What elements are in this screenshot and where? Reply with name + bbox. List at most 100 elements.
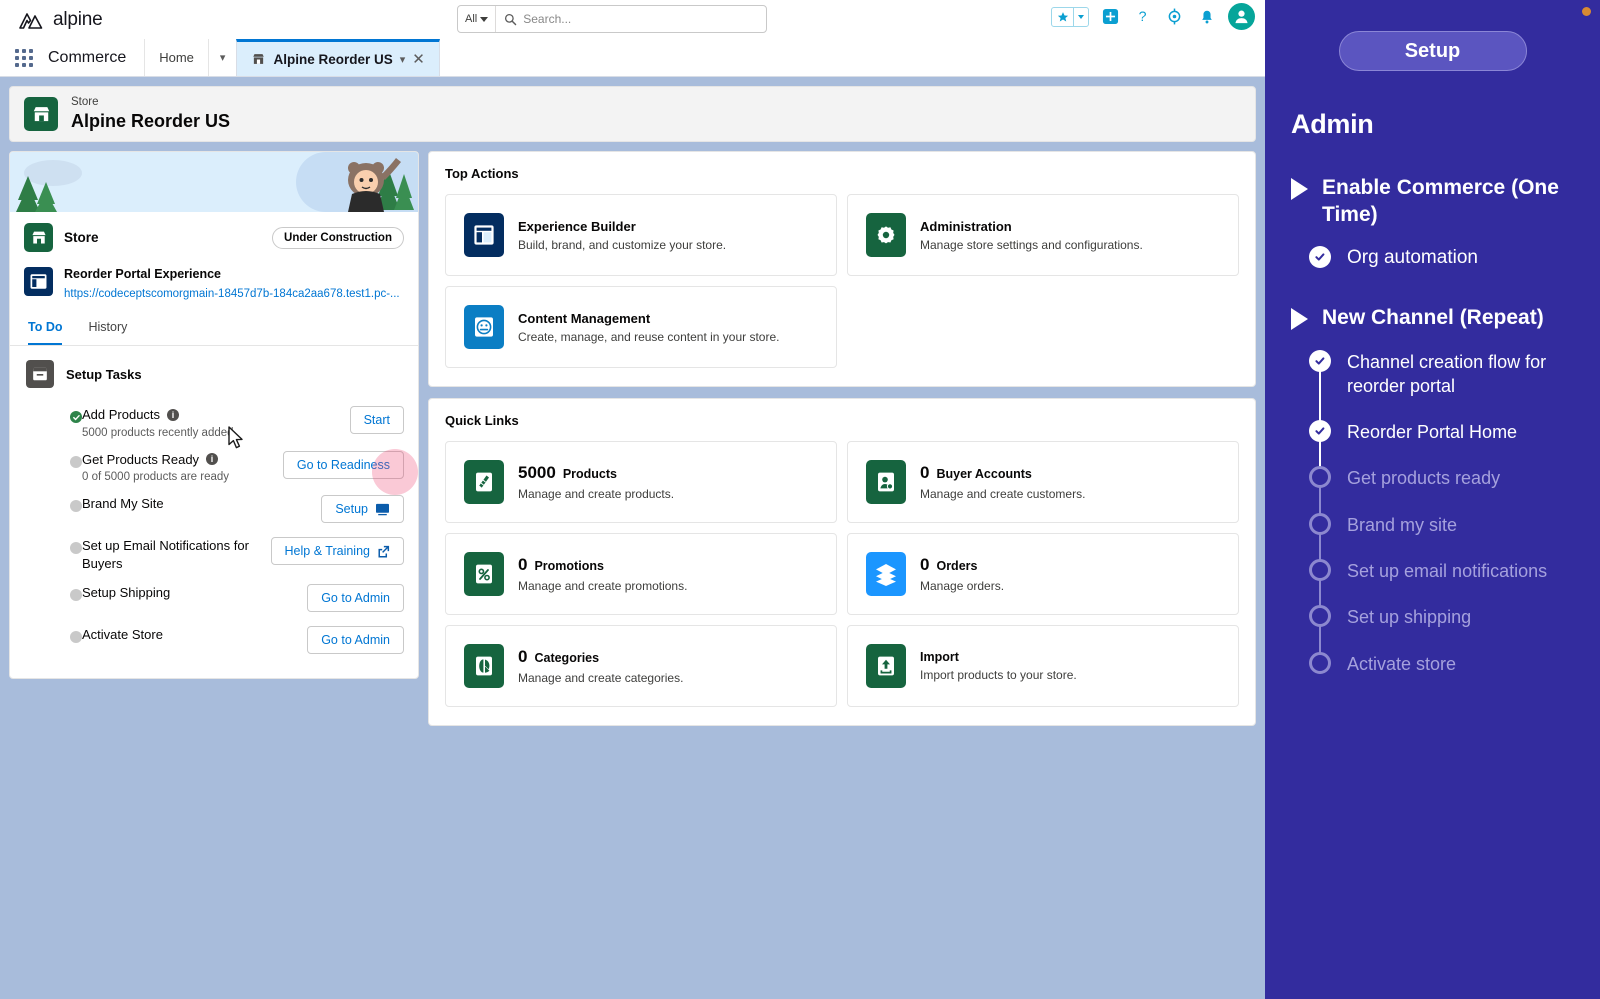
status-pending-icon [70,542,82,555]
check-circle-icon [1309,349,1331,372]
search-scope-selector[interactable]: All [458,6,497,32]
tile-administration[interactable]: Administration Manage store settings and… [847,194,1239,276]
main-content-column: Top Actions Experience Builder Build, br… [428,151,1256,726]
tab-alpine-reorder-us[interactable]: Alpine Reorder US ▾ ✕ [236,39,440,76]
go-to-admin-button[interactable]: Go to Admin [307,626,404,655]
sidebar-step-set-up-email-notifications[interactable]: Set up email notifications [1309,559,1574,654]
tile-experience-builder[interactable]: Experience Builder Build, brand, and cus… [445,194,837,276]
add-icon[interactable] [1100,6,1121,27]
tile-count-row: 0 Orders [920,555,1004,575]
task-name: Set up Email Notifications for Buyers [82,537,261,572]
todo-history-tabs: To Do History [10,316,418,346]
search-icon [505,13,517,25]
record-object-label: Store [71,95,99,108]
tile-count-row: Import [920,650,1077,664]
experience-text: Reorder Portal Experience https://codece… [64,267,400,302]
setup-tasks-title: Setup Tasks [66,366,142,382]
task-text: Brand My Site [62,495,311,513]
header-icon-group: ? [1051,3,1255,30]
sidebar-step-get-products-ready[interactable]: Get products ready [1309,466,1574,561]
tile-promotions[interactable]: 0 Promotions Manage and create promotion… [445,533,837,615]
task-row: Brand My Site Setup [26,489,404,531]
brand-name: alpine [53,8,103,30]
admin-guide-sidebar: Setup Admin Enable Commerce (One Time) O… [1265,0,1600,999]
sidebar-step-activate-store[interactable]: Activate store [1309,651,1574,676]
tile-products[interactable]: 5000 Products Manage and create products… [445,441,837,523]
tile-categories[interactable]: 0 Categories Manage and create categorie… [445,625,837,707]
tile-text: 0 Orders Manage orders. [920,555,1004,593]
user-avatar[interactable] [1228,3,1255,30]
favorites-control[interactable] [1051,6,1089,27]
task-text: Activate Store [62,626,297,644]
sidebar-step-brand-my-site[interactable]: Brand my site [1309,512,1574,579]
tab-overflow-button[interactable]: ▾ [207,39,237,76]
notifications-bell-icon[interactable] [1196,6,1217,27]
record-highlight-bar: Store Alpine Reorder US [9,86,1256,142]
search-input-wrap[interactable]: Search... [496,12,766,26]
chevron-down-icon: ▾ [219,52,226,64]
tab-home[interactable]: Home [144,39,208,76]
tab-history[interactable]: History [88,316,127,345]
tile-buyer-accounts[interactable]: 0 Buyer Accounts Manage and create custo… [847,441,1239,523]
promotions-icon [464,552,504,596]
sidebar-step-reorder-portal-home[interactable]: Reorder Portal Home [1309,420,1574,499]
tab-menu-chevron-icon[interactable]: ▾ [400,53,406,66]
setup-button[interactable]: Setup [321,495,404,524]
tab-to-do[interactable]: To Do [28,316,63,345]
console-tab-bar: Commerce Home ▾ Alpine Reorder US ▾ ✕ [0,39,1265,77]
task-label: Setup Shipping [82,585,171,601]
section-header[interactable]: Enable Commerce (One Time) [1291,174,1574,229]
trees-decoration [16,176,57,212]
step-label: Activate store [1347,653,1457,674]
astro-mascot-icon [348,158,414,212]
experience-builder-icon [24,267,53,296]
tile-count: 0 [518,647,528,666]
task-name: Get Products Ready i [82,451,267,469]
tile-desc: Manage and create products. [518,487,675,501]
task-label: Set up Email Notifications for Buyers [82,538,249,571]
sidebar-step-org-automation[interactable]: Org automation [1309,245,1574,271]
tile-count-row: 0 Promotions [518,555,687,575]
start-button[interactable]: Start [349,406,404,434]
tile-count: 0 [920,463,930,482]
sidebar-step-channel-creation[interactable]: Channel creation flow for reorder portal [1309,349,1574,451]
global-search[interactable]: All Search... [457,5,767,33]
help-and-training-button[interactable]: Help & Training [270,537,404,566]
tile-title: Administration [920,218,1012,234]
help-icon[interactable]: ? [1132,6,1153,27]
tile-desc: Manage and create customers. [920,487,1086,501]
check-circle-icon [1309,246,1331,269]
top-actions-card: Top Actions Experience Builder Build, br… [428,151,1256,387]
info-icon[interactable]: i [167,408,180,421]
info-icon[interactable]: i [206,453,219,466]
circle-outline-icon [1309,651,1331,674]
external-link-icon [378,545,390,558]
tile-desc: Manage orders. [920,579,1005,593]
circle-outline-icon [1309,559,1331,582]
tile-orders[interactable]: 0 Orders Manage orders. [847,533,1239,615]
task-text: Get Products Ready i 0 of 5000 products … [62,451,273,484]
app-launcher-button[interactable] [0,39,48,76]
brand-logo[interactable]: alpine [12,9,103,31]
tile-import[interactable]: Import Import products to your store. [847,625,1239,707]
task-name: Activate Store [82,626,267,644]
tab-active-label: Alpine Reorder US [273,51,393,67]
tile-content-management[interactable]: Content Management Create, manage, and r… [445,286,837,368]
categories-icon [464,644,504,688]
close-icon[interactable]: ✕ [412,50,425,68]
experience-url-link[interactable]: https://codeceptscomorgmain-18457d7b-184… [64,288,400,300]
favorites-star-icon[interactable] [1052,8,1073,26]
section-title: New Channel (Repeat) [1322,306,1544,330]
go-to-admin-button[interactable]: Go to Admin [307,584,404,613]
sidebar-step-set-up-shipping[interactable]: Set up shipping [1309,605,1574,672]
circle-outline-icon [1309,466,1331,489]
section-header[interactable]: New Channel (Repeat) [1291,304,1574,331]
quick-links-card: Quick Links 5000 Products Manage and cre… [428,398,1256,726]
task-row: Setup Shipping Go to Admin [26,578,404,620]
orders-icon [866,552,906,596]
tab-home-label: Home [159,50,194,65]
setup-button[interactable]: Setup [1338,31,1527,71]
favorites-dropdown-icon[interactable] [1073,7,1088,26]
setup-gear-icon[interactable] [1164,6,1185,27]
task-label: Activate Store [82,627,163,643]
